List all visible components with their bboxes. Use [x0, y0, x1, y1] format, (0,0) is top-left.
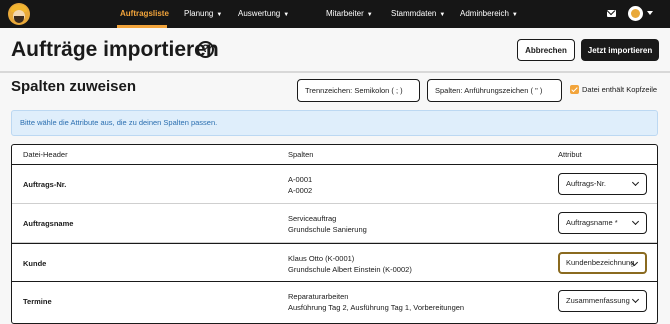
- attribute-select-value: Auftragsname *: [566, 218, 618, 227]
- nav-label: Adminbereich: [460, 9, 509, 18]
- chevron-down-icon[interactable]: [647, 11, 653, 15]
- row-values: Reparaturarbeiten Ausführung Tag 2, Ausf…: [288, 291, 464, 313]
- row-values: Klaus Otto (K-0001) Grundschule Albert E…: [288, 253, 412, 275]
- top-navigation-bar: Auftragsliste Planung ▼ Auswertung ▼ Mitar…: [0, 0, 670, 28]
- attribute-select[interactable]: Zusammenfassung: [558, 290, 647, 312]
- attribute-select-value: Zusammenfassung: [566, 296, 630, 305]
- nav-auswertung[interactable]: Auswertung ▼: [238, 0, 289, 28]
- header-checkbox-label[interactable]: Datei enthält Kopfzeile: [582, 85, 657, 94]
- app-logo[interactable]: [8, 3, 30, 25]
- cancel-button[interactable]: Abbrechen: [517, 39, 575, 61]
- row-value: A-0001: [288, 175, 313, 184]
- row-header: Termine: [23, 297, 52, 306]
- row-header: Kunde: [23, 259, 47, 268]
- attribute-select[interactable]: Auftragsname *: [558, 212, 647, 234]
- nav-label: Planung: [184, 9, 214, 18]
- mail-icon[interactable]: [607, 10, 616, 17]
- column-header-datei-header: Datei-Header: [23, 150, 68, 159]
- row-value: Ausführung Tag 2, Ausführung Tag 1, Vorb…: [288, 303, 465, 312]
- chevron-down-icon: ▼: [366, 12, 373, 18]
- active-tab-indicator: [117, 25, 167, 28]
- nav-adminbereich[interactable]: Adminbereich ▼: [460, 0, 518, 28]
- chevron-down-icon: ▼: [511, 12, 518, 18]
- nav-label: Auftragsliste: [120, 9, 169, 18]
- attribute-select[interactable]: Auftrags-Nr.: [558, 173, 647, 195]
- separator-select-value: Trennzeichen: Semikolon ( ; ): [305, 86, 403, 95]
- nav-auftragsliste[interactable]: Auftragsliste: [120, 0, 169, 28]
- quote-select[interactable]: Spalten: Anführungszeichen ( " ): [427, 79, 562, 102]
- info-text: Bitte wähle die Attribute aus, die zu de…: [20, 118, 218, 127]
- avatar[interactable]: [628, 6, 643, 21]
- row-value: Grundschule Albert Einstein (K-0002): [288, 265, 412, 274]
- page-title: Aufträge importieren: [11, 38, 219, 61]
- chevron-down-icon: ▼: [439, 12, 446, 18]
- row-header: Auftragsname: [23, 219, 74, 228]
- table-row: Auftrags-Nr. A-0001 A-0002 Auftrags-Nr.: [12, 165, 657, 204]
- chevron-down-icon: [631, 217, 640, 226]
- info-banner: Bitte wähle die Attribute aus, die zu de…: [11, 110, 658, 136]
- chevron-down-icon: [631, 295, 640, 304]
- section-title: Spalten zuweisen: [11, 78, 137, 95]
- nav-label: Mitarbeiter: [326, 9, 364, 18]
- row-values: Serviceauftrag Grundschule Sanierung: [288, 213, 367, 235]
- column-mapping-table: Datei-Header Spalten Attribut Auftrags-N…: [11, 144, 658, 324]
- chevron-down-icon: [631, 178, 640, 187]
- help-icon[interactable]: ?: [197, 41, 214, 58]
- column-header-spalten: Spalten: [288, 150, 314, 159]
- quote-select-value: Spalten: Anführungszeichen ( " ): [435, 86, 543, 95]
- chevron-down-icon: ▼: [283, 12, 290, 18]
- row-header: Auftrags-Nr.: [23, 180, 67, 189]
- nav-stammdaten[interactable]: Stammdaten ▼: [391, 0, 445, 28]
- row-value: Serviceauftrag: [288, 214, 337, 223]
- row-value: Grundschule Sanierung: [288, 225, 367, 234]
- table-row: Termine Reparaturarbeiten Ausführung Tag…: [12, 282, 657, 321]
- table-row: Kunde Klaus Otto (K-0001) Grundschule Al…: [12, 243, 657, 282]
- nav-label: Auswertung: [238, 9, 281, 18]
- chevron-down-icon: ▼: [216, 12, 223, 18]
- import-button[interactable]: Jetzt importieren: [581, 39, 659, 61]
- table-row: Auftragsname Serviceauftrag Grundschule …: [12, 204, 657, 243]
- header-checkbox[interactable]: [570, 85, 579, 94]
- column-header-attribut: Attribut: [558, 150, 582, 159]
- nav-planung[interactable]: Planung ▼: [184, 0, 222, 28]
- row-values: A-0001 A-0002: [288, 174, 312, 196]
- attribute-select-value: Auftrags-Nr.: [566, 179, 607, 188]
- row-value: Klaus Otto (K-0001): [288, 254, 355, 263]
- divider: [0, 71, 670, 73]
- separator-select[interactable]: Trennzeichen: Semikolon ( ; ): [297, 79, 420, 102]
- nav-mitarbeiter[interactable]: Mitarbeiter ▼: [326, 0, 373, 28]
- row-value: A-0002: [288, 186, 313, 195]
- nav-label: Stammdaten: [391, 9, 437, 18]
- row-value: Reparaturarbeiten: [288, 292, 349, 301]
- attribute-select[interactable]: Kundenbezeichnung: [558, 252, 647, 274]
- attribute-select-value: Kundenbezeichnung: [566, 258, 635, 267]
